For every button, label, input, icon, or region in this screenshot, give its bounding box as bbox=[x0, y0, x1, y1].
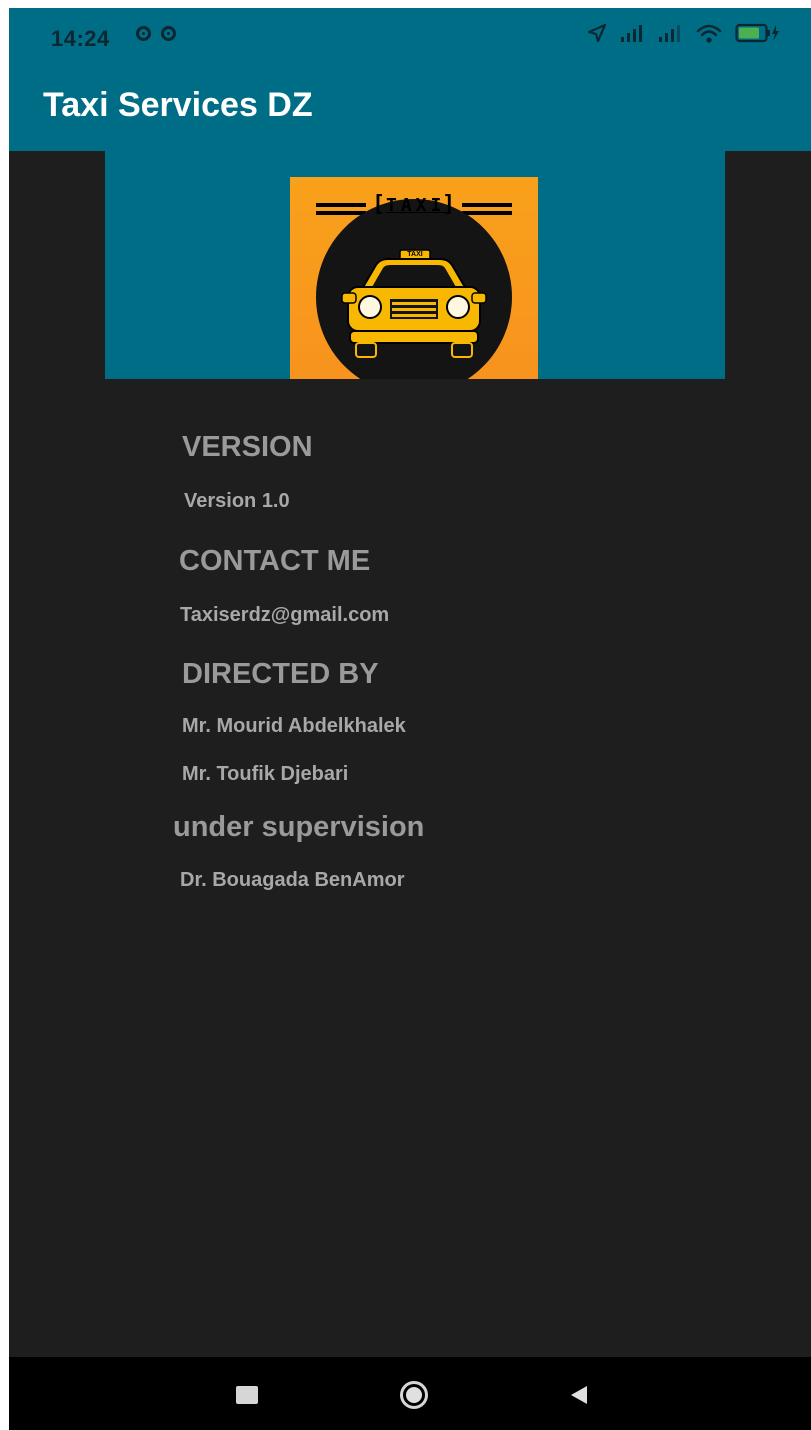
contact-heading: CONTACT ME bbox=[179, 545, 371, 577]
taxi-logo-image: [ TAXI [ bbox=[290, 177, 538, 379]
director-name-1: Mr. Mourid Abdelkhalek bbox=[182, 715, 406, 737]
app-title: Taxi Services DZ bbox=[43, 86, 313, 124]
directed-by-heading: DIRECTED BY bbox=[182, 658, 379, 690]
status-time: 14:24 bbox=[51, 26, 110, 51]
header-banner: [ TAXI [ bbox=[105, 151, 725, 379]
status-left-icons bbox=[136, 26, 176, 41]
back-button[interactable] bbox=[559, 1375, 599, 1415]
home-button[interactable] bbox=[394, 1375, 434, 1415]
location-arrow-icon bbox=[587, 23, 607, 43]
notification-circle-icon bbox=[136, 26, 151, 41]
car-roof-sign-text: TAXI bbox=[407, 251, 423, 258]
status-right-icons bbox=[587, 22, 781, 44]
app-header: 14:24 Taxi Services DZ bbox=[9, 8, 811, 151]
contact-email: Taxiserdz@gmail.com bbox=[180, 604, 390, 626]
battery-charging-icon bbox=[735, 23, 779, 43]
status-bar: 14:24 bbox=[9, 8, 811, 72]
signal-icon bbox=[621, 25, 642, 42]
phone-screen: 14:24 Taxi Services DZ TAXI [] TAXI VER… bbox=[9, 8, 811, 1430]
notification-circle-icon bbox=[161, 26, 176, 41]
director-name-2: Mr. Toufik Djebari bbox=[182, 763, 349, 785]
back-triangle-icon bbox=[571, 1386, 587, 1404]
recents-square-icon bbox=[236, 1386, 258, 1404]
version-value: Version 1.0 bbox=[184, 490, 290, 512]
logo-bracket-right: ] bbox=[442, 192, 456, 217]
recents-button[interactable] bbox=[227, 1375, 267, 1415]
version-heading: VERSION bbox=[182, 431, 313, 463]
wifi-icon bbox=[696, 24, 722, 43]
supervisor-name: Dr. Bouagada BenAmor bbox=[180, 869, 405, 891]
home-circle-icon bbox=[400, 1381, 428, 1409]
navigation-bar bbox=[9, 1357, 811, 1430]
logo-bracket-left: [ bbox=[372, 192, 386, 217]
logo-sign-text: TAXI bbox=[386, 195, 446, 216]
signal-icon bbox=[659, 25, 680, 42]
supervision-heading: under supervision bbox=[173, 811, 425, 843]
